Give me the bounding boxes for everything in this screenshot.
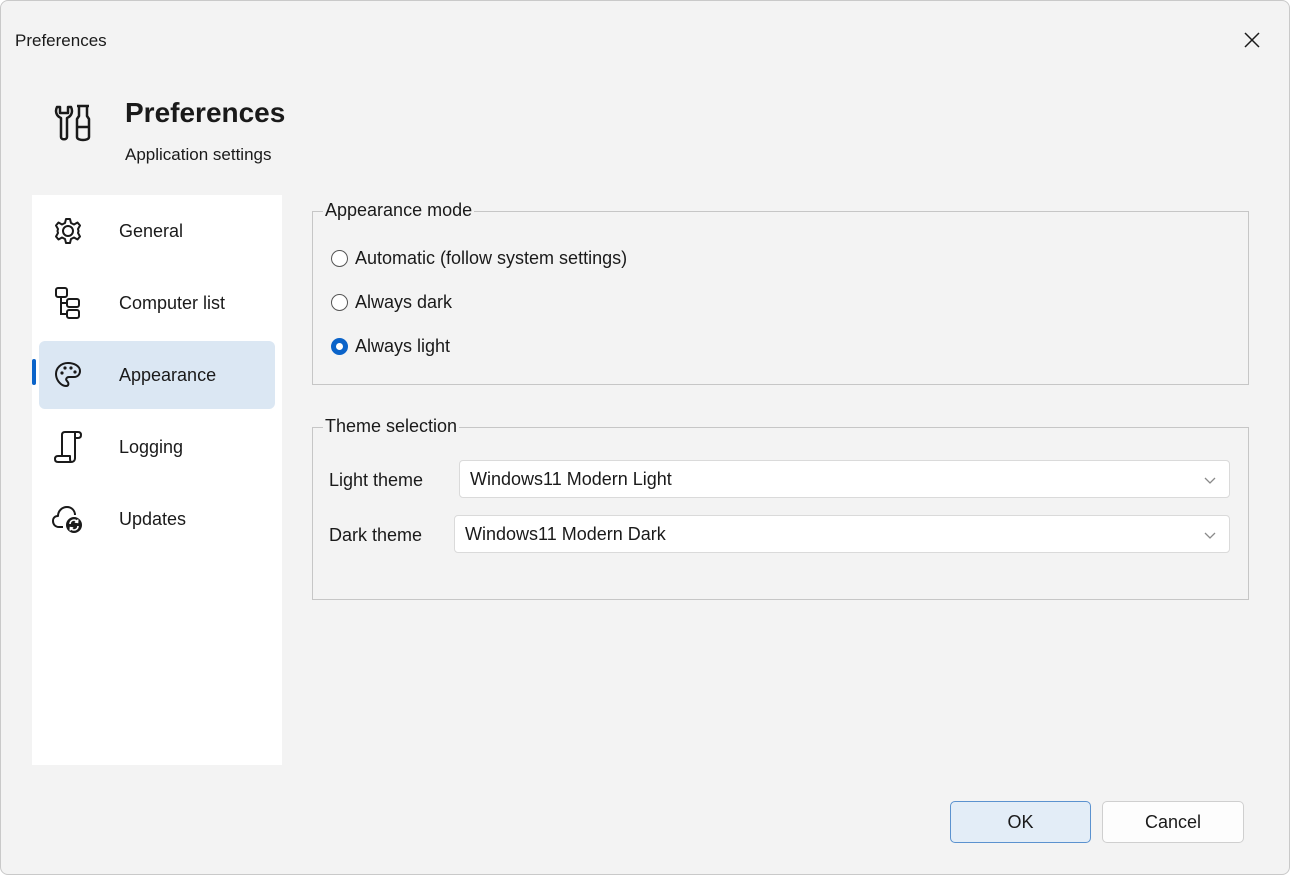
radio-label: Automatic (follow system settings) [355,248,628,268]
window-title: Preferences [15,31,107,50]
selection-indicator [32,359,36,385]
radio-label: Always light [355,336,451,356]
sidebar-item-logging[interactable]: Logging [39,413,275,481]
radio-always-dark[interactable]: Always dark [331,292,452,313]
light-theme-value: Windows11 Modern Light [470,468,672,489]
scroll-icon [51,430,85,464]
sidebar-item-appearance[interactable]: Appearance [32,341,275,409]
cloud-sync-icon [51,502,85,536]
tools-icon [54,104,91,142]
page-title: Preferences [125,97,286,128]
gear-icon [51,214,85,248]
close-button[interactable] [1237,25,1267,55]
light-theme-label: Light theme [329,470,424,490]
title-bar: Preferences [1,1,1289,81]
appearance-mode-group: Appearance mode Automatic (follow system… [312,200,1249,385]
sidebar-item-label: Computer list [119,292,226,313]
theme-selection-legend: Theme selection [323,416,460,437]
sidebar-item-computer-list[interactable]: Computer list [39,269,275,337]
sidebar-item-label: Updates [119,508,187,529]
tree-icon [51,286,85,320]
theme-selection-group: Theme selection Light theme Windows11 Mo… [312,416,1249,600]
ok-button[interactable]: OK [950,801,1091,843]
sidebar-item-updates[interactable]: Updates [39,485,275,553]
palette-icon [51,358,85,392]
sidebar-nav: General Computer list Appearance Logging… [32,195,282,765]
radio-label: Always dark [355,292,453,312]
page-subtitle: Application settings [125,145,272,164]
chevron-down-icon [1204,477,1216,484]
sidebar-item-general[interactable]: General [39,197,275,265]
dark-theme-select[interactable]: Windows11 Modern Dark [454,515,1230,553]
sidebar-item-label: Appearance [119,364,217,385]
sidebar-item-label: General [119,220,184,241]
dark-theme-value: Windows11 Modern Dark [465,523,666,544]
dark-theme-label: Dark theme [329,525,423,545]
cancel-button[interactable]: Cancel [1102,801,1244,843]
radio-circle[interactable] [331,338,348,355]
radio-automatic[interactable]: Automatic (follow system settings) [331,248,627,269]
radio-circle[interactable] [331,250,348,267]
light-theme-select[interactable]: Windows11 Modern Light [459,460,1230,498]
close-icon [1244,32,1260,48]
preferences-dialog: Preferences Preferences Application sett… [0,0,1290,875]
chevron-down-icon [1204,532,1216,539]
sidebar-item-label: Logging [119,436,184,457]
appearance-mode-legend: Appearance mode [323,200,475,221]
radio-always-light[interactable]: Always light [331,336,450,357]
radio-circle[interactable] [331,294,348,311]
